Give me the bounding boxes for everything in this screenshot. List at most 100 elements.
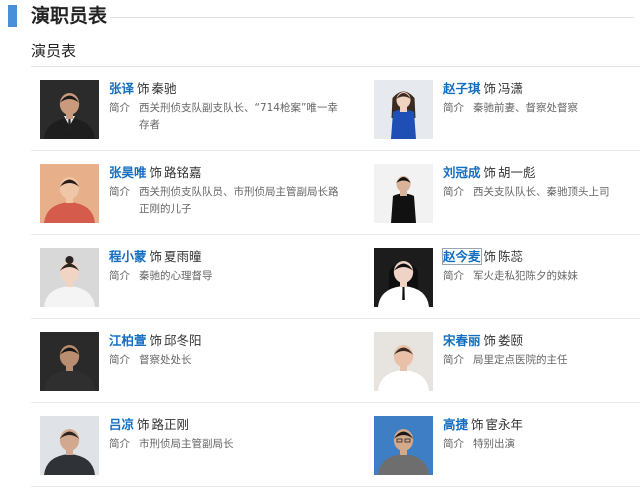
cast-name-line: 张译饰秦驰 — [109, 80, 340, 98]
cast-row: 吕凉饰路正刚 简介 市刑侦局主管副局长 高捷饰宦永年 简介 特别出演 — [0, 403, 640, 487]
role-description: 简介 西关刑侦支队副支队长、“714枪案”唯一幸存者 — [109, 100, 340, 134]
role-description: 简介 秦驰的心理督导 — [109, 268, 340, 285]
actor-photo[interactable] — [40, 164, 99, 223]
actor-name-link[interactable]: 高捷 — [443, 417, 468, 432]
intro-label: 简介 — [443, 102, 464, 114]
cast-list-title: 演员表 — [31, 42, 77, 60]
section-divider — [110, 17, 634, 18]
actor-name-link[interactable]: 吕凉 — [109, 417, 134, 432]
role-name: 宦永年 — [485, 417, 524, 432]
cast-row: 张译饰秦驰 简介 西关刑侦支队副支队长、“714枪案”唯一幸存者 赵子琪饰冯潇 简介 秦驰… — [0, 67, 640, 151]
role-name: 胡一彪 — [498, 165, 536, 180]
intro-label: 简介 — [443, 354, 464, 366]
actor-photo[interactable] — [40, 80, 99, 139]
actor-name-link[interactable]: 赵今麦 — [442, 248, 482, 265]
role-description: 简介 督察处处长 — [109, 352, 340, 369]
actor-name-link[interactable]: 赵子琪 — [443, 81, 481, 96]
cast-member-card: 江柏萱饰邱冬阳 简介 督察处处长 — [40, 332, 340, 392]
cast-member-info: 刘冠成饰胡一彪 简介 西关支队队长、秦驰顶头上司 — [443, 164, 640, 201]
cast-member-card: 张译饰秦驰简介 西关刑侦支队副支队长、“714枪案”唯一幸存者 — [40, 80, 340, 140]
as-word: 饰 — [137, 81, 150, 96]
actor-photo[interactable] — [374, 332, 433, 391]
cast-name-line: 高捷饰宦永年 — [443, 416, 640, 434]
as-word: 饰 — [137, 417, 150, 432]
actor-photo[interactable] — [374, 164, 433, 223]
cast-member-card: 吕凉饰路正刚 简介 市刑侦局主管副局长 — [40, 416, 340, 476]
actor-photo[interactable] — [40, 332, 99, 391]
cast-name-line: 吕凉饰路正刚 — [109, 416, 340, 434]
intro-text: 西关刑侦支队队员、市刑侦局主管副局长路正刚的儿子 — [139, 186, 339, 215]
cast-name-line: 宋春丽饰娄颐 — [443, 332, 640, 350]
intro-text: 西关刑侦支队副支队长、“714枪案”唯一幸存者 — [139, 102, 338, 131]
as-word: 饰 — [149, 165, 163, 180]
role-name: 路铭嘉 — [164, 165, 202, 180]
cast-member-info: 宋春丽饰娄颐 简介 局里定点医院的主任 — [443, 332, 640, 369]
as-word: 饰 — [149, 333, 163, 348]
intro-label: 简介 — [109, 354, 130, 366]
role-name: 邱冬阳 — [164, 333, 202, 348]
role-name: 路正刚 — [151, 417, 190, 432]
as-word: 饰 — [471, 417, 484, 432]
as-word: 饰 — [483, 165, 497, 180]
cast-member-info: 张昊唯饰路铭嘉简介 西关刑侦支队队员、市刑侦局主管副局长路正刚的儿子 — [109, 164, 340, 218]
intro-label: 简介 — [109, 186, 130, 198]
cast-member-info: 赵今麦饰陈蕊简介 军火走私犯陈夕的妹妹 — [442, 248, 640, 285]
cast-member-card: 程小蒙饰夏雨曈 简介 秦驰的心理督导 — [40, 248, 340, 308]
role-description: 简介 秦驰前妻、督察处督察 — [443, 100, 640, 117]
role-name: 冯潇 — [498, 81, 524, 96]
actor-name-link[interactable]: 张译 — [109, 81, 134, 96]
section-title: 演职员表 — [31, 5, 108, 27]
actor-name-link[interactable]: 刘冠成 — [443, 165, 481, 180]
role-description: 简介 市刑侦局主管副局长 — [109, 436, 340, 453]
as-word: 饰 — [483, 81, 497, 96]
cast-member-card: 刘冠成饰胡一彪 简介 西关支队队长、秦驰顶头上司 — [374, 164, 640, 224]
cast-name-line: 刘冠成饰胡一彪 — [443, 164, 640, 182]
role-description: 简介 西关刑侦支队队员、市刑侦局主管副局长路正刚的儿子 — [109, 184, 340, 218]
cast-member-info: 程小蒙饰夏雨曈 简介 秦驰的心理督导 — [109, 248, 340, 285]
actor-photo[interactable] — [40, 416, 99, 475]
cast-member-card: 赵今麦饰陈蕊简介 军火走私犯陈夕的妹妹 — [374, 248, 640, 308]
row-divider — [31, 486, 640, 487]
actor-name-link[interactable]: 张昊唯 — [109, 165, 147, 180]
role-name: 秦驰 — [151, 81, 177, 96]
intro-label: 简介 — [443, 270, 464, 282]
cast-list: 张译饰秦驰 简介 西关刑侦支队副支队长、“714枪案”唯一幸存者 赵子琪饰冯潇 简介 秦驰… — [0, 67, 640, 487]
intro-label: 简介 — [109, 270, 130, 282]
intro-label: 简介 — [443, 186, 464, 198]
intro-text: 督察处处长 — [139, 354, 192, 366]
role-description: 简介 局里定点医院的主任 — [443, 352, 640, 369]
cast-member-info: 赵子琪饰冯潇 简介 秦驰前妻、督察处督察 — [443, 80, 640, 117]
actor-photo[interactable] — [374, 80, 433, 139]
actor-photo[interactable] — [374, 248, 433, 307]
intro-text: 特别出演 — [473, 438, 515, 450]
cast-name-line: 赵子琪饰冯潇 — [443, 80, 640, 98]
as-word: 饰 — [149, 249, 163, 264]
section-accent-bar — [8, 5, 17, 27]
cast-row: 程小蒙饰夏雨曈 简介 秦驰的心理督导 赵今麦饰陈蕊 简介 军火走私犯陈夕的妹妹 — [0, 235, 640, 319]
intro-text: 军火走私犯陈夕的妹妹 — [473, 270, 578, 282]
cast-member-card: 赵子琪饰冯潇 简介 秦驰前妻、督察处督察 — [374, 80, 640, 140]
actor-name-link[interactable]: 江柏萱 — [109, 333, 147, 348]
actor-name-link[interactable]: 程小蒙 — [109, 249, 147, 264]
intro-text: 秦驰的心理督导 — [139, 270, 213, 282]
cast-member-card: 高捷饰宦永年 简介 特别出演 — [374, 416, 640, 476]
cast-row: 江柏萱饰邱冬阳 简介 督察处处长 宋春丽饰娄颐 简介 局里定点医院的主任 — [0, 319, 640, 403]
actor-name-link[interactable]: 宋春丽 — [443, 333, 481, 348]
role-name: 夏雨曈 — [164, 249, 202, 264]
role-name: 娄颐 — [498, 333, 524, 348]
role-description: 简介 特别出演 — [443, 436, 640, 453]
cast-name-line: 程小蒙饰夏雨曈 — [109, 248, 340, 266]
role-name: 陈蕊 — [498, 249, 524, 264]
cast-row: 张昊唯饰路铭嘉 简介 西关刑侦支队队员、市刑侦局主管副局长路正刚的儿子 刘冠成饰胡一彪… — [0, 151, 640, 235]
actor-photo[interactable] — [374, 416, 433, 475]
cast-member-info: 张译饰秦驰简介 西关刑侦支队副支队长、“714枪案”唯一幸存者 — [109, 80, 340, 134]
cast-name-line: 张昊唯饰路铭嘉 — [109, 164, 340, 182]
as-word: 饰 — [483, 249, 497, 264]
actor-photo[interactable] — [40, 248, 99, 307]
cast-member-card: 宋春丽饰娄颐 简介 局里定点医院的主任 — [374, 332, 640, 392]
cast-member-card: 张昊唯饰路铭嘉简介 西关刑侦支队队员、市刑侦局主管副局长路正刚的儿子 — [40, 164, 340, 224]
cast-name-line: 江柏萱饰邱冬阳 — [109, 332, 340, 350]
cast-member-info: 江柏萱饰邱冬阳 简介 督察处处长 — [109, 332, 340, 369]
cast-section-header: 演职员表 — [0, 0, 640, 34]
role-description: 简介 军火走私犯陈夕的妹妹 — [443, 268, 640, 285]
